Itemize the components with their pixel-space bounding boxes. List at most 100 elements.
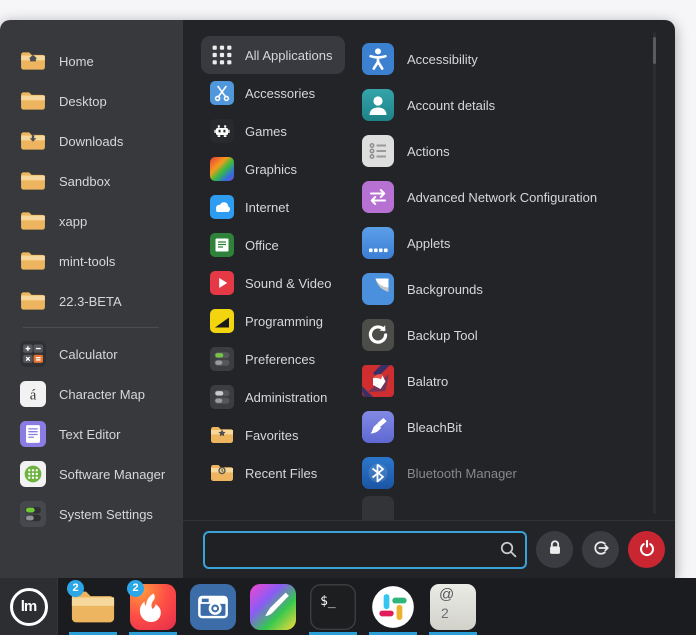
category-programming[interactable]: Programming <box>201 302 336 340</box>
backup-tool-icon <box>362 319 394 351</box>
app-balatro[interactable]: Balatro <box>356 358 675 404</box>
category-internet[interactable]: Internet <box>201 188 302 226</box>
category-favorites[interactable]: Favorites <box>201 416 311 454</box>
applets-icon <box>362 227 394 259</box>
office-icon <box>210 233 234 257</box>
administration-icon <box>210 385 234 409</box>
app-backup-tool[interactable]: Backup Tool <box>356 312 675 358</box>
folder-downloads-icon <box>20 128 46 154</box>
system-settings-icon <box>20 501 46 527</box>
taskbar-item-messages[interactable]: @2 <box>429 583 477 631</box>
label: Bluetooth Manager <box>407 466 517 481</box>
app-backgrounds[interactable]: Backgrounds <box>356 266 675 312</box>
label: Favorites <box>245 428 298 443</box>
app-bleachbit[interactable]: BleachBit <box>356 404 675 450</box>
label: Character Map <box>59 387 145 402</box>
label: Actions <box>407 144 450 159</box>
logout-button[interactable] <box>582 531 619 568</box>
category-office[interactable]: Office <box>201 226 292 264</box>
sidebar-place-desktop[interactable]: Desktop <box>0 81 183 121</box>
sidebar-place-mint-tools[interactable]: mint-tools <box>0 241 183 281</box>
text-editor-icon <box>20 421 46 447</box>
category-administration[interactable]: Administration <box>201 378 340 416</box>
app-list-scrollbar[interactable] <box>653 32 656 514</box>
menu-button[interactable]: lm <box>0 578 57 635</box>
lock-button[interactable] <box>536 531 573 568</box>
label: Calculator <box>59 347 118 362</box>
sidebar-place-downloads[interactable]: Downloads <box>0 121 183 161</box>
sidebar-place-home[interactable]: Home <box>0 41 183 81</box>
label: Accessories <box>245 86 315 101</box>
category-sound-video[interactable]: Sound & Video <box>201 264 345 302</box>
category-accessories[interactable]: Accessories <box>201 74 328 112</box>
at-symbol: @ <box>439 586 454 603</box>
balatro-icon <box>362 365 394 397</box>
sidebar-place-22-3-beta[interactable]: 22.3-BETA <box>0 281 183 321</box>
app-bluetooth-manager[interactable]: Bluetooth Manager <box>356 450 675 496</box>
grid-icon <box>210 43 234 67</box>
open-window-indicator <box>129 632 177 635</box>
at-count: 2 <box>441 605 449 621</box>
category-all-applications[interactable]: All Applications <box>201 36 345 74</box>
label: Sandbox <box>59 174 110 189</box>
screenshot-icon <box>189 583 237 631</box>
preferences-icon <box>210 347 234 371</box>
calculator-icon <box>20 341 46 367</box>
menu-main: All Applications Accessories GamesGraphics… <box>183 20 675 578</box>
menu-footer <box>183 520 675 578</box>
taskbar-item-slack[interactable] <box>369 583 417 631</box>
sidebar-place-sandbox[interactable]: Sandbox <box>0 161 183 201</box>
label: Text Editor <box>59 427 120 442</box>
category-recent-files[interactable]: Recent Files <box>201 454 330 492</box>
app-applets[interactable]: Applets <box>356 220 675 266</box>
actions-icon <box>362 135 394 167</box>
folder-home-icon <box>20 48 46 74</box>
open-window-indicator <box>309 632 357 635</box>
app-advanced-network-configuration[interactable]: Advanced Network Configuration <box>356 174 675 220</box>
search-input[interactable] <box>203 531 527 569</box>
label: Applets <box>407 236 450 251</box>
application-menu: HomeDesktopDownloads Sandbox xapp mint-tool… <box>0 20 675 578</box>
clipped-app-icon <box>362 496 394 520</box>
taskbar-item-firefox[interactable]: 2 <box>129 583 177 631</box>
graphics-icon <box>210 157 234 181</box>
open-window-indicator <box>429 632 477 635</box>
label: mint-tools <box>59 254 115 269</box>
accessories-icon <box>210 81 234 105</box>
label: Recent Files <box>245 466 317 481</box>
svg-text:$_: $_ <box>320 593 336 608</box>
sidebar-item-calculator[interactable]: Calculator <box>0 334 183 374</box>
taskbar-separator <box>57 578 58 635</box>
category-graphics[interactable]: Graphics <box>201 150 310 188</box>
taskbar-item-screenshot[interactable] <box>189 583 237 631</box>
sidebar-item-software-manager[interactable]: Software Manager <box>0 454 183 494</box>
open-window-indicator <box>369 632 417 635</box>
menu-sidebar: HomeDesktopDownloads Sandbox xapp mint-tool… <box>0 20 183 578</box>
label: 22.3-BETA <box>59 294 122 309</box>
taskbar-item-files[interactable]: 2 <box>69 583 117 631</box>
character-map-icon: á <box>20 381 46 407</box>
label: Backup Tool <box>407 328 478 343</box>
scrollbar-thumb[interactable] <box>653 37 656 64</box>
bluetooth-icon <box>362 457 394 489</box>
label: Office <box>245 238 279 253</box>
category-preferences[interactable]: Preferences <box>201 340 328 378</box>
label: Programming <box>245 314 323 329</box>
advanced-network-icon <box>362 181 394 213</box>
category-games[interactable]: Games <box>201 112 300 150</box>
sidebar-item-character-map[interactable]: á Character Map <box>0 374 183 414</box>
app-accessibility[interactable]: Accessibility <box>356 36 675 82</box>
taskbar-item-drawing[interactable] <box>249 583 297 631</box>
bleachbit-icon <box>362 411 394 443</box>
sidebar-item-system-settings[interactable]: System Settings <box>0 494 183 534</box>
sidebar-item-text-editor[interactable]: Text Editor <box>0 414 183 454</box>
taskbar-item-terminal[interactable]: $_ <box>309 583 357 631</box>
label: Software Manager <box>59 467 165 482</box>
sidebar-separator <box>23 327 159 328</box>
sidebar-places-list: HomeDesktopDownloads Sandbox xapp mint-tool… <box>0 41 183 321</box>
app-account-details[interactable]: Account details <box>356 82 675 128</box>
label: Backgrounds <box>407 282 483 297</box>
app-actions[interactable]: Actions <box>356 128 675 174</box>
sidebar-place-xapp[interactable]: xapp <box>0 201 183 241</box>
power-button[interactable] <box>628 531 665 568</box>
